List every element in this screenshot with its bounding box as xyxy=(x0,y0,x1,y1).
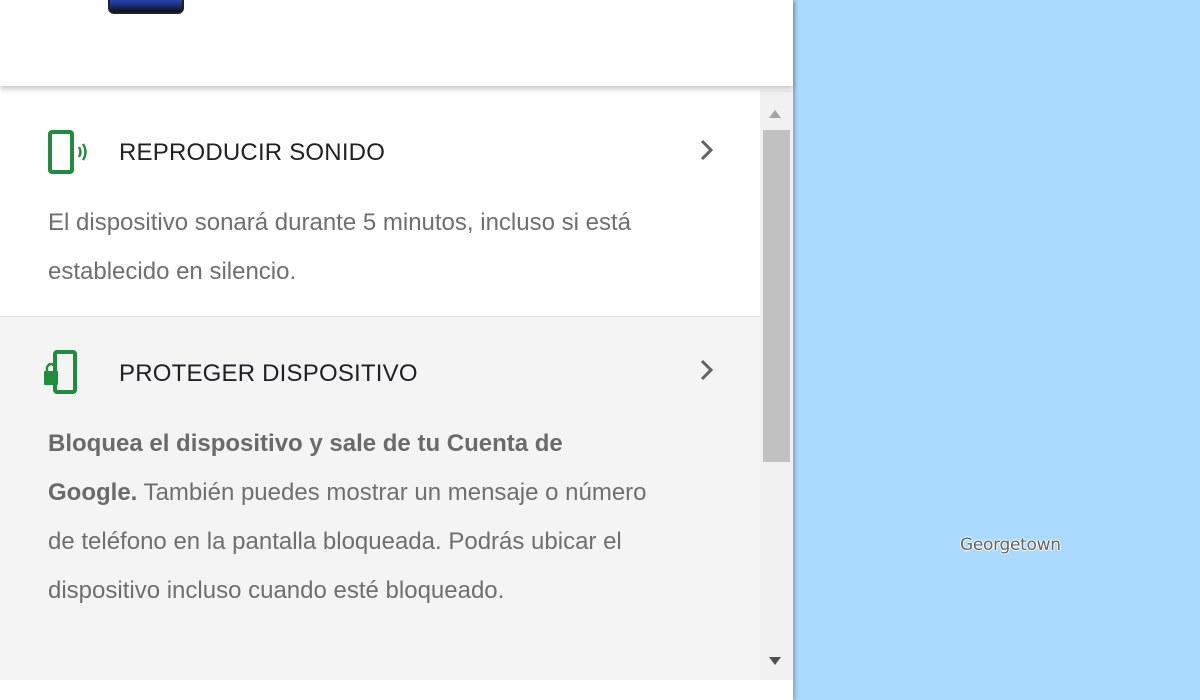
chevron-right-icon[interactable] xyxy=(696,139,718,161)
map-place-label[interactable]: Georgetown xyxy=(960,535,1061,555)
device-image xyxy=(108,0,184,14)
phone-ringing-icon xyxy=(44,130,92,181)
scrollbar-thumb[interactable] xyxy=(763,130,790,462)
scrollbar[interactable] xyxy=(760,90,793,680)
play-sound-title: REPRODUCIR SONIDO xyxy=(119,139,386,166)
play-sound-action[interactable]: REPRODUCIR SONIDO El dispositivo sonará … xyxy=(0,90,760,317)
secure-device-action[interactable]: PROTEGER DISPOSITIVO Bloquea el disposit… xyxy=(0,317,760,700)
find-my-device-screen: Georgetown REPRODUCIR SONIDO El disposit… xyxy=(0,0,1200,700)
play-sound-description: El dispositivo sonará durante 5 minutos,… xyxy=(48,209,631,285)
panel-bottom-edge xyxy=(0,680,793,700)
device-header xyxy=(0,0,793,86)
secure-device-description-text: También puedes mostrar un mensaje o núme… xyxy=(48,479,647,604)
scroll-up-arrow-icon[interactable] xyxy=(769,110,781,118)
map-view[interactable] xyxy=(793,0,1200,700)
phone-lock-icon xyxy=(44,350,84,403)
secure-device-title: PROTEGER DISPOSITIVO xyxy=(119,360,418,387)
scroll-down-arrow-icon[interactable] xyxy=(769,657,781,665)
chevron-right-icon[interactable] xyxy=(696,359,718,381)
secure-device-description: Bloquea el dispositivo y sale de tu Cuen… xyxy=(48,419,648,615)
side-panel: REPRODUCIR SONIDO El dispositivo sonará … xyxy=(0,0,793,700)
action-list: REPRODUCIR SONIDO El dispositivo sonará … xyxy=(0,90,760,700)
